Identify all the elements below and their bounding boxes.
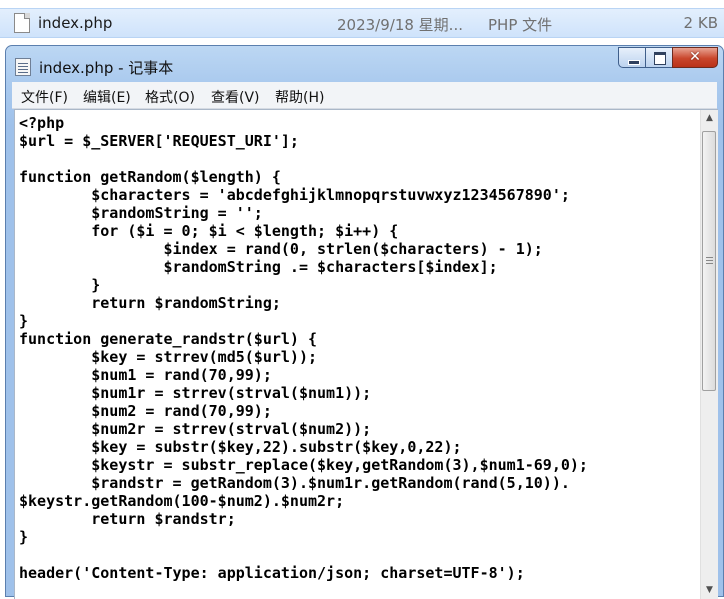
window-title: index.php - 记事本 <box>39 59 174 77</box>
grip-icon <box>706 257 713 258</box>
editor-content[interactable]: <?php $url = $_SERVER['REQUEST_URI']; fu… <box>19 114 588 582</box>
title-bar[interactable]: index.php - 记事本 ✕ <box>6 46 723 82</box>
file-size: 2 KB <box>683 14 718 32</box>
file-row-index-php[interactable]: index.php 2023/9/18 星期... PHP 文件 2 KB <box>0 8 724 38</box>
window-controls: ✕ <box>618 47 718 69</box>
scroll-up-icon[interactable]: ▲ <box>701 110 718 127</box>
menu-bar: 文件(F) 编辑(E) 格式(O) 查看(V) 帮助(H) <box>12 82 717 109</box>
maximize-icon <box>654 52 666 65</box>
minimize-button[interactable] <box>618 47 646 68</box>
close-button[interactable]: ✕ <box>672 47 718 68</box>
php-file-icon <box>14 13 30 33</box>
notepad-icon[interactable] <box>15 58 31 76</box>
menu-edit[interactable]: 编辑(E) <box>83 87 131 107</box>
file-name: index.php <box>38 14 113 32</box>
menu-file[interactable]: 文件(F) <box>21 87 68 107</box>
notepad-window: index.php - 记事本 ✕ 文件(F) 编辑(E) 格式(O) 查看(V… <box>5 45 724 599</box>
scroll-thumb[interactable] <box>702 131 716 391</box>
minimize-icon <box>628 60 640 65</box>
menu-help[interactable]: 帮助(H) <box>275 87 324 107</box>
file-type: PHP 文件 <box>488 16 553 34</box>
file-date: 2023/9/18 星期... <box>337 16 463 34</box>
menu-format[interactable]: 格式(O) <box>145 87 195 107</box>
vertical-scrollbar[interactable]: ▲ ▼ <box>700 110 718 599</box>
menu-view[interactable]: 查看(V) <box>211 87 260 107</box>
text-editor[interactable]: <?php $url = $_SERVER['REQUEST_URI']; fu… <box>14 109 718 599</box>
maximize-button[interactable] <box>645 47 673 68</box>
close-icon: ✕ <box>689 49 701 65</box>
scroll-down-icon[interactable]: ▼ <box>701 582 718 599</box>
